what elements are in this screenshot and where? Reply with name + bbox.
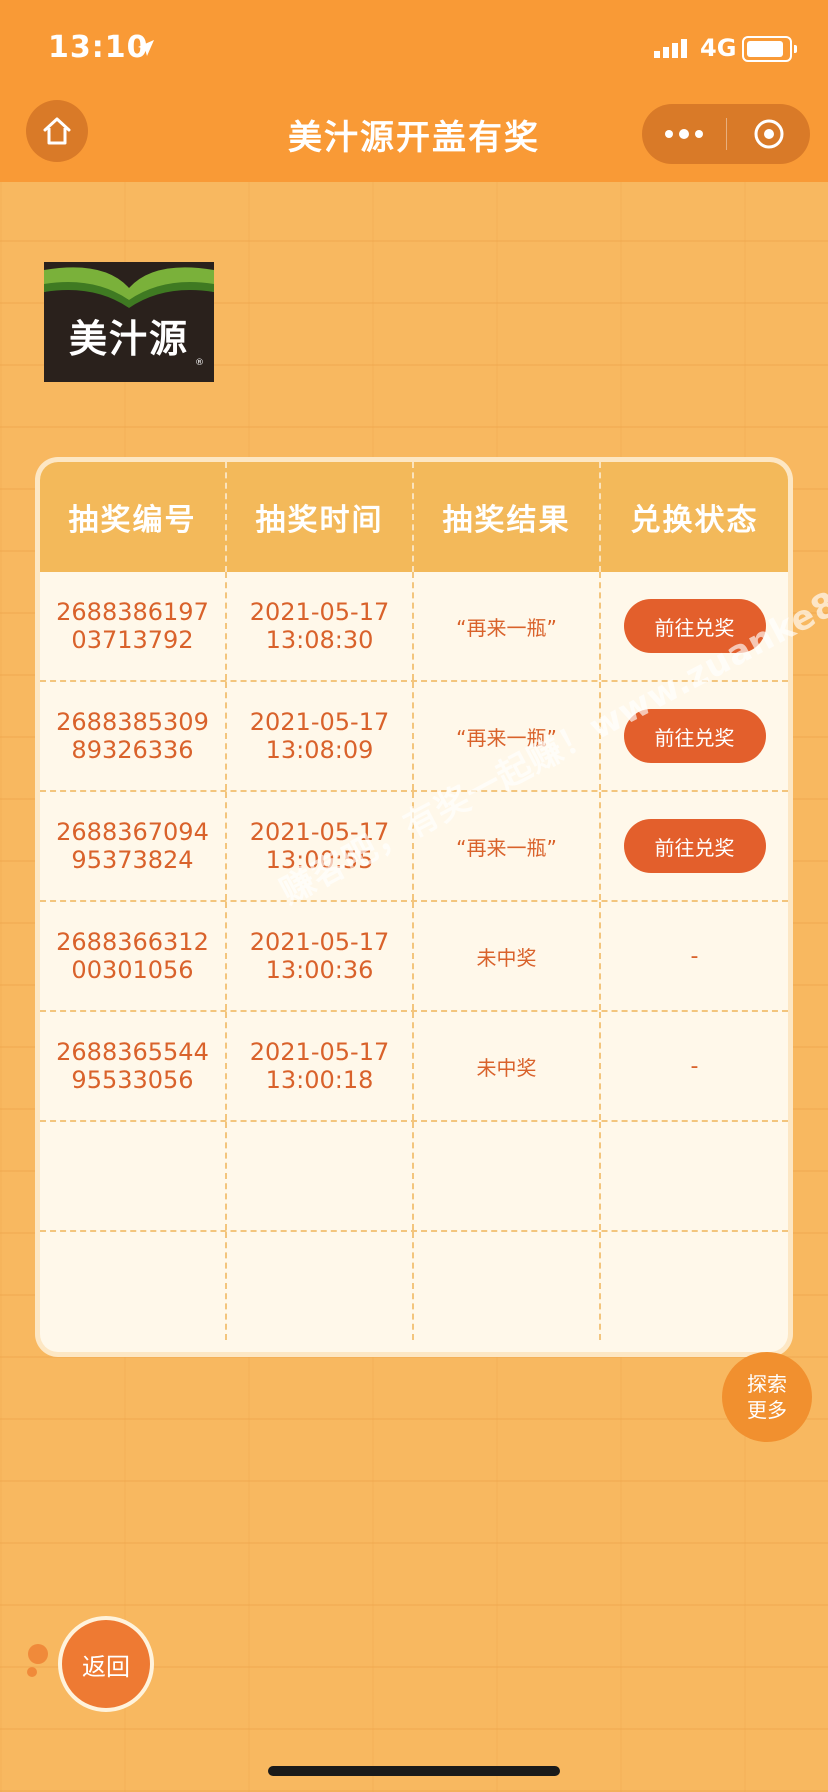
lottery-time: 13:08:09 <box>265 736 374 764</box>
cell-lottery-result: 未中奖 <box>414 1012 601 1120</box>
back-button[interactable]: 返回 <box>58 1616 154 1712</box>
explore-more-button[interactable]: 探索 更多 <box>722 1352 812 1442</box>
cell-lottery-id: 2688365544 95533056 <box>40 1012 227 1120</box>
lottery-id-line1: 2688366312 <box>56 928 209 956</box>
header-lottery-id: 抽奖编号 <box>40 462 227 572</box>
empty-cell <box>601 1122 788 1230</box>
cell-redeem-status: - <box>601 902 788 1010</box>
lottery-id-line2: 95533056 <box>71 1066 194 1094</box>
empty-cell <box>227 1122 414 1230</box>
lottery-date: 2021-05-17 <box>249 598 390 626</box>
lottery-result: 未中奖 <box>476 1055 537 1080</box>
location-arrow-icon <box>138 40 154 56</box>
logo-text: 美汁源 <box>68 316 189 361</box>
empty-cell <box>414 1232 601 1340</box>
back-label: 返回 <box>82 1652 130 1681</box>
header-redeem-status: 兑换状态 <box>630 503 759 538</box>
cell-lottery-result: 未中奖 <box>414 902 601 1010</box>
lottery-result: “再来一瓶” <box>456 835 557 860</box>
mini-program-capsule <box>642 104 810 164</box>
header-lottery-result: 抽奖结果 <box>414 462 601 572</box>
empty-cell <box>601 1232 788 1340</box>
network-type: 4G <box>700 34 737 62</box>
close-button[interactable] <box>727 104 810 164</box>
lottery-time: 13:08:30 <box>265 626 374 654</box>
table-header: 抽奖编号 抽奖时间 抽奖结果 兑换状态 <box>40 462 788 572</box>
cell-lottery-time: 2021-05-17 13:08:09 <box>227 682 414 790</box>
cell-lottery-result: “再来一瓶” <box>414 572 601 680</box>
status-time: 13:10 <box>48 30 149 65</box>
table-row-empty <box>40 1232 788 1342</box>
cell-lottery-id: 2688386197 03713792 <box>40 572 227 680</box>
explore-label-line1: 探索 <box>747 1372 787 1396</box>
cell-lottery-id: 2688367094 95373824 <box>40 792 227 900</box>
more-button[interactable] <box>642 104 726 164</box>
header-lottery-time: 抽奖时间 <box>227 462 414 572</box>
lottery-time: 13:00:18 <box>265 1066 374 1094</box>
table-row-empty <box>40 1122 788 1232</box>
redeem-status-text: - <box>690 1053 699 1079</box>
lottery-result: 未中奖 <box>476 945 537 970</box>
cell-lottery-time: 2021-05-17 13:00:18 <box>227 1012 414 1120</box>
explore-label-line2: 更多 <box>747 1398 787 1422</box>
empty-cell <box>40 1232 227 1340</box>
top-bar: 13:10 4G 美汁源开盖有奖 <box>0 0 828 182</box>
lottery-id-line2: 95373824 <box>71 846 194 874</box>
home-indicator <box>268 1766 560 1776</box>
brand-logo: 美汁源 ® <box>44 262 214 382</box>
lottery-id-line1: 2688385309 <box>56 708 209 736</box>
lottery-id-line2: 00301056 <box>71 956 194 984</box>
lottery-record-table: 抽奖编号 抽奖时间 抽奖结果 兑换状态 2688386197 03713792 … <box>40 462 788 1352</box>
lottery-time: 13:00:36 <box>265 956 374 984</box>
lottery-id-line1: 2688365544 <box>56 1038 209 1066</box>
cell-lottery-time: 2021-05-17 13:08:30 <box>227 572 414 680</box>
lottery-id-line1: 2688367094 <box>56 818 209 846</box>
redeem-status-text: - <box>690 943 699 969</box>
lottery-id-line2: 89326336 <box>71 736 194 764</box>
cell-lottery-id: 2688385309 89326336 <box>40 682 227 790</box>
table-row: 2688366312 00301056 2021-05-17 13:00:36 … <box>40 902 788 1012</box>
battery-icon <box>742 36 797 62</box>
cell-lottery-id: 2688366312 00301056 <box>40 902 227 1010</box>
more-dots-icon <box>665 129 703 139</box>
redeem-button[interactable]: 前往兑奖 <box>623 819 766 873</box>
lottery-result: “再来一瓶” <box>456 615 557 640</box>
empty-cell <box>227 1232 414 1340</box>
cell-redeem-status: - <box>601 1012 788 1120</box>
lottery-date: 2021-05-17 <box>249 1038 390 1066</box>
registered-mark: ® <box>195 358 204 368</box>
lottery-id-line2: 03713792 <box>71 626 194 654</box>
empty-cell <box>414 1122 601 1230</box>
table-row: 2688365544 95533056 2021-05-17 13:00:18 … <box>40 1012 788 1122</box>
lottery-date: 2021-05-17 <box>249 708 390 736</box>
lottery-id-line1: 2688386197 <box>56 598 209 626</box>
empty-cell <box>40 1122 227 1230</box>
cell-lottery-time: 2021-05-17 13:00:36 <box>227 902 414 1010</box>
lottery-date: 2021-05-17 <box>249 928 390 956</box>
signal-icon <box>654 39 687 58</box>
cell-redeem-status: 前往兑奖 <box>601 792 788 900</box>
close-target-icon <box>754 119 783 149</box>
